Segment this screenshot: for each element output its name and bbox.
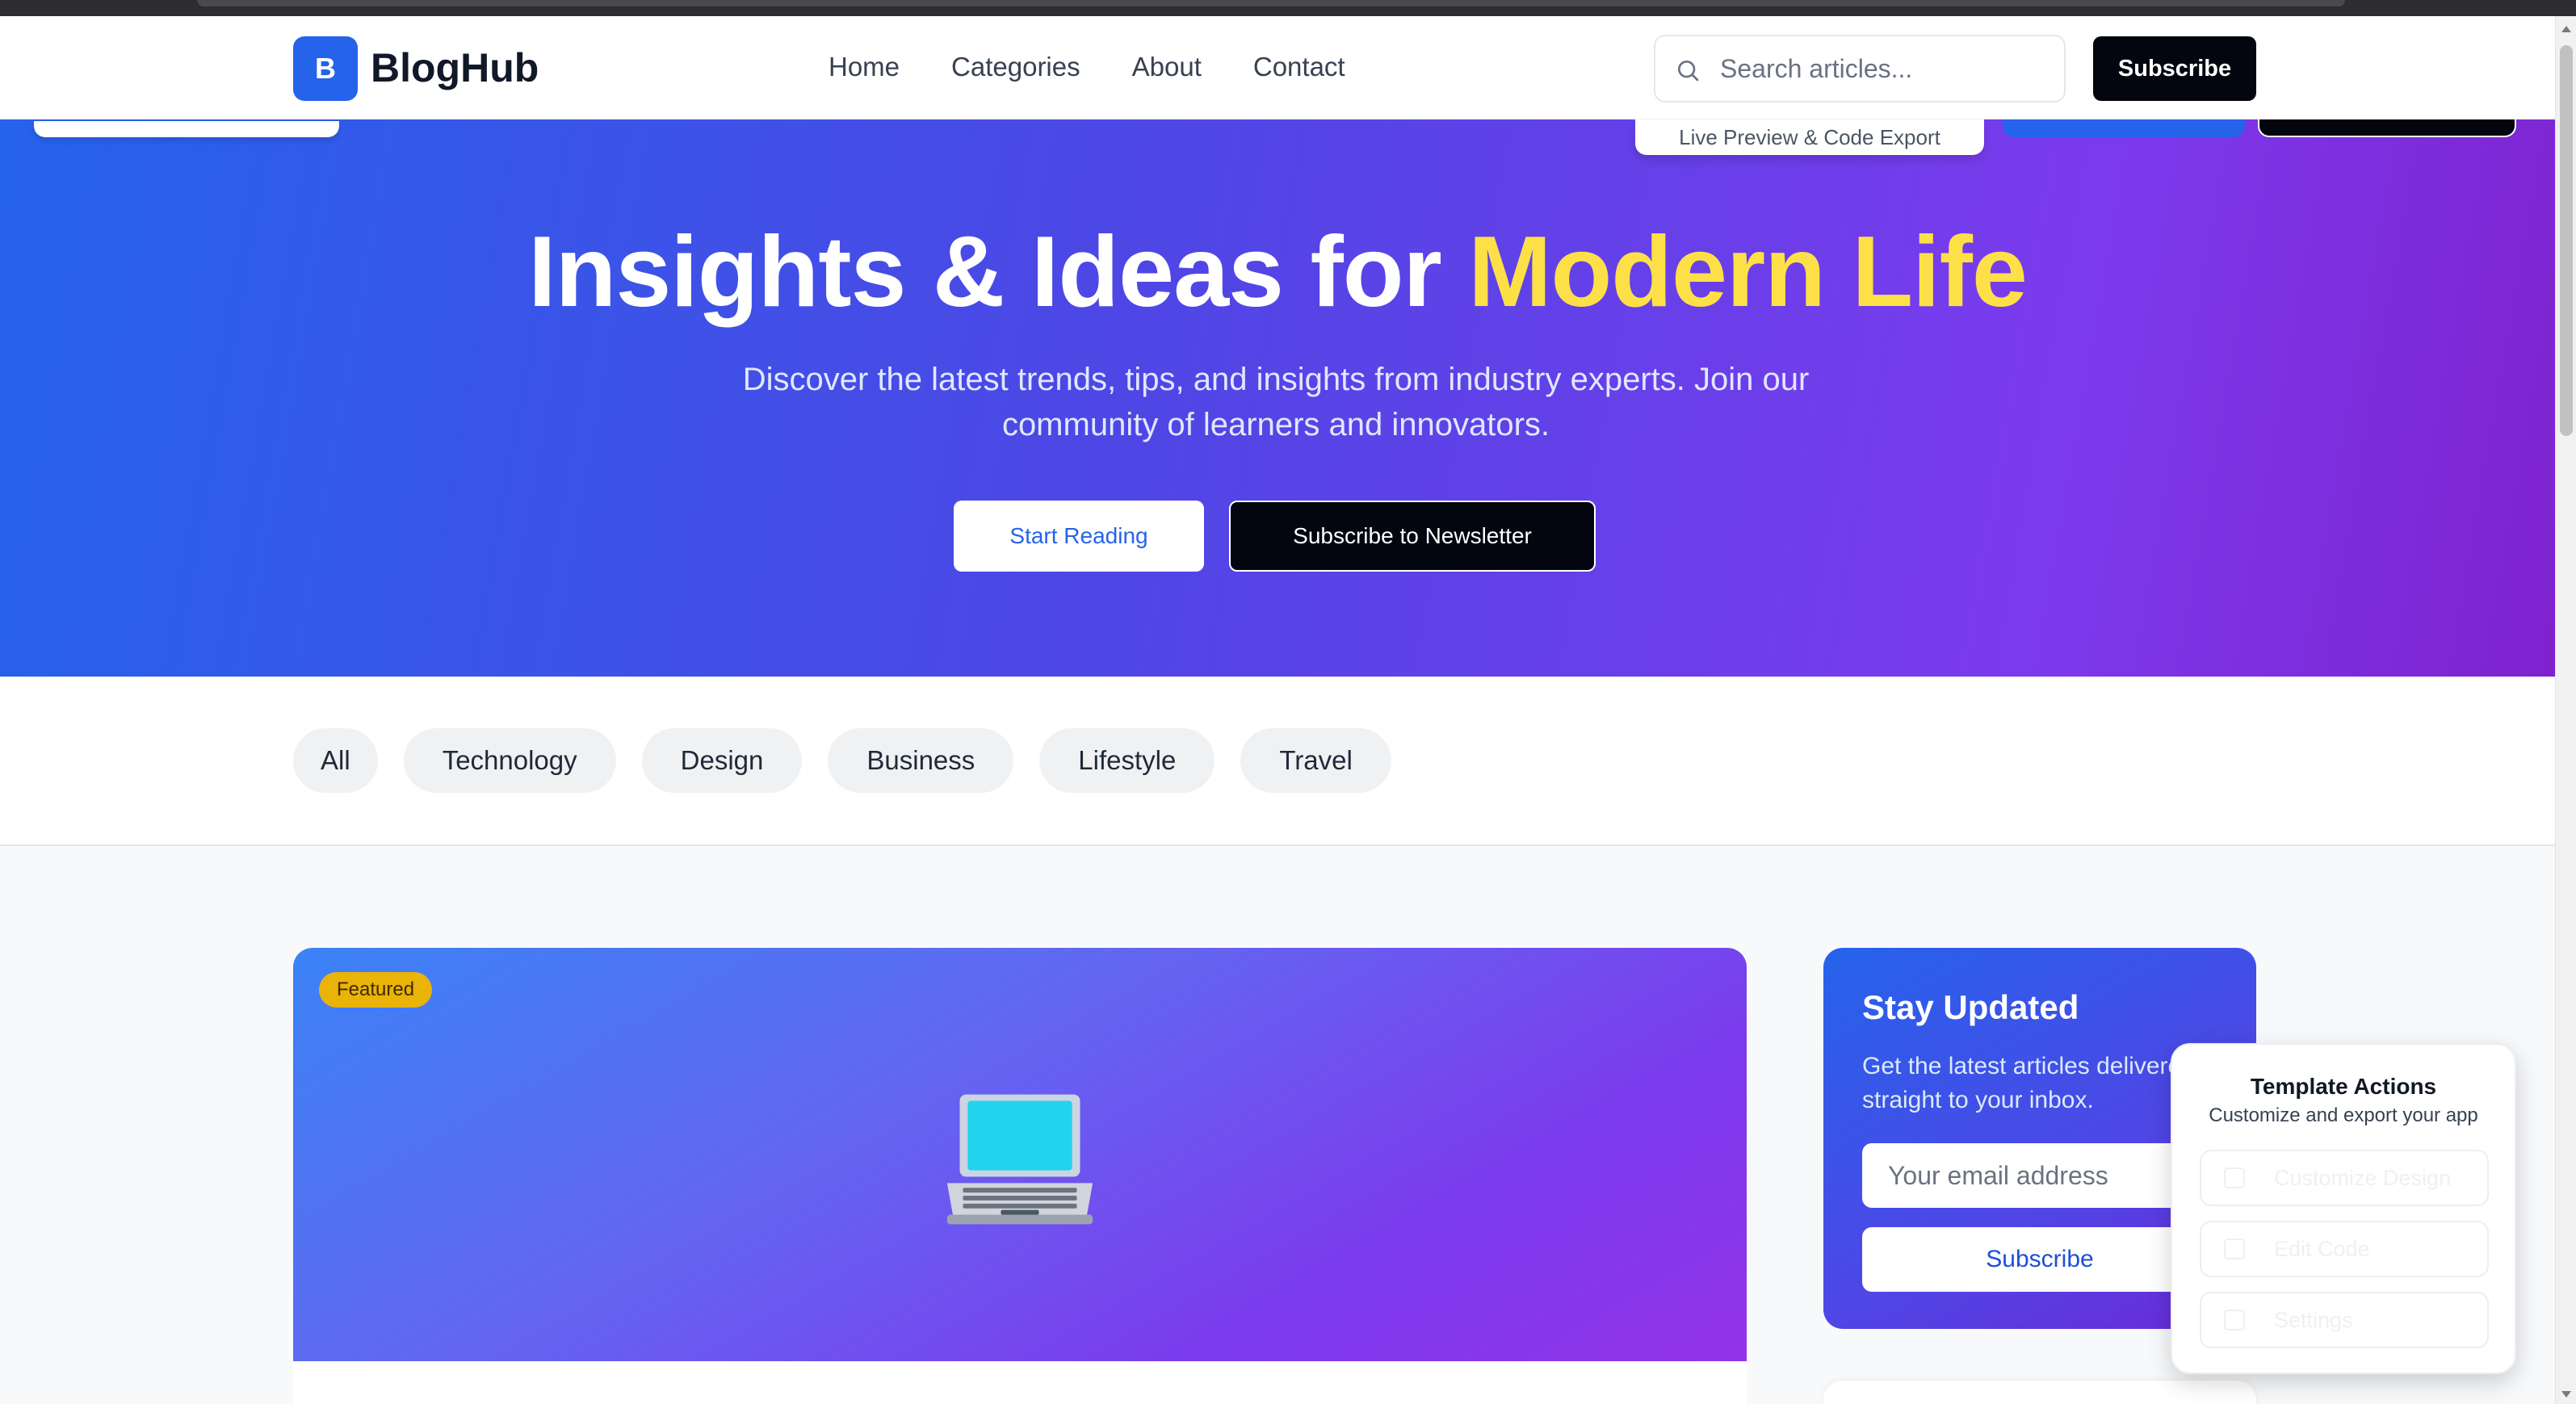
- featured-article-card[interactable]: Featured: [293, 948, 1747, 1404]
- search-box[interactable]: [1654, 35, 2066, 103]
- overlay-blue-button[interactable]: [2003, 119, 2245, 137]
- subscribe-newsletter-button[interactable]: Subscribe to Newsletter: [1229, 501, 1596, 572]
- customize-design-label: Customize Design: [2274, 1165, 2452, 1190]
- browser-tab-bar: [197, 0, 2345, 6]
- code-icon: [2224, 1238, 2245, 1259]
- laptop-icon: [946, 1094, 1093, 1225]
- template-actions-title: Template Actions: [2250, 1074, 2437, 1099]
- start-reading-button[interactable]: Start Reading: [954, 501, 1204, 572]
- nav-subscribe-button[interactable]: Subscribe: [2093, 36, 2256, 101]
- scrollbar-thumb[interactable]: [2560, 45, 2573, 436]
- category-chip-technology[interactable]: Technology: [403, 728, 616, 793]
- nav-link-home[interactable]: Home: [829, 52, 900, 82]
- scroll-down-icon[interactable]: [2561, 1391, 2571, 1398]
- newsletter-subscribe-button[interactable]: Subscribe: [1862, 1227, 2217, 1292]
- hero-section: Insights & Ideas for Modern Life Discove…: [0, 119, 2555, 677]
- page-scrollbar[interactable]: [2555, 16, 2576, 1404]
- newsletter-email-input[interactable]: [1862, 1143, 2217, 1208]
- hero-title: Insights & Ideas for Modern Life: [0, 215, 2555, 329]
- nav-links: Home Categories About Contact: [829, 52, 1397, 82]
- category-filter-bar: All Technology Design Business Lifestyle…: [0, 677, 2555, 846]
- settings-button[interactable]: Settings: [2200, 1292, 2489, 1348]
- hero-title-accent: Modern Life: [1468, 216, 2028, 328]
- template-actions-panel: Template Actions Customize and export yo…: [2171, 1043, 2516, 1374]
- newsletter-title: Stay Updated: [1862, 988, 2079, 1026]
- edit-code-label: Edit Code: [2274, 1236, 2370, 1261]
- category-chip-design[interactable]: Design: [641, 728, 803, 793]
- nav-link-categories[interactable]: Categories: [951, 52, 1080, 82]
- scroll-up-icon[interactable]: [2561, 26, 2571, 32]
- nav-link-contact[interactable]: Contact: [1253, 52, 1345, 82]
- overlay-panel-left: [34, 121, 339, 137]
- category-chips: All Technology Design Business Lifestyle…: [293, 728, 1391, 793]
- brand-name[interactable]: BlogHub: [371, 44, 539, 91]
- sidebar-card-next: [1823, 1381, 2256, 1404]
- category-chip-all[interactable]: All: [293, 728, 378, 793]
- palette-icon: [2224, 1167, 2245, 1188]
- category-chip-travel[interactable]: Travel: [1240, 728, 1391, 793]
- category-chip-lifestyle[interactable]: Lifestyle: [1039, 728, 1215, 793]
- template-actions-subtitle: Customize and export your app: [2209, 1104, 2478, 1126]
- hero-subtitle: Discover the latest trends, tips, and in…: [742, 362, 1810, 442]
- hero-title-main: Insights & Ideas for: [528, 216, 1469, 328]
- live-preview-label: Live Preview & Code Export: [1635, 119, 1984, 155]
- top-navigation: B BlogHub Home Categories About Contact …: [0, 16, 2555, 119]
- featured-image[interactable]: Featured: [293, 948, 1747, 1361]
- search-icon: [1678, 61, 1699, 82]
- edit-code-button[interactable]: Edit Code: [2200, 1221, 2489, 1277]
- search-input[interactable]: [1720, 49, 2051, 88]
- gear-icon: [2224, 1310, 2245, 1331]
- browser-top-strip: [0, 0, 2576, 16]
- logo-icon[interactable]: B: [293, 36, 358, 101]
- customize-design-button[interactable]: Customize Design: [2200, 1150, 2489, 1206]
- featured-badge: Featured: [319, 972, 433, 1008]
- overlay-dark-button[interactable]: [2258, 119, 2516, 137]
- category-chip-business[interactable]: Business: [828, 728, 1014, 793]
- nav-link-about[interactable]: About: [1132, 52, 1202, 82]
- settings-label: Settings: [2274, 1307, 2353, 1332]
- newsletter-description: Get the latest articles delivered straig…: [1862, 1053, 2195, 1113]
